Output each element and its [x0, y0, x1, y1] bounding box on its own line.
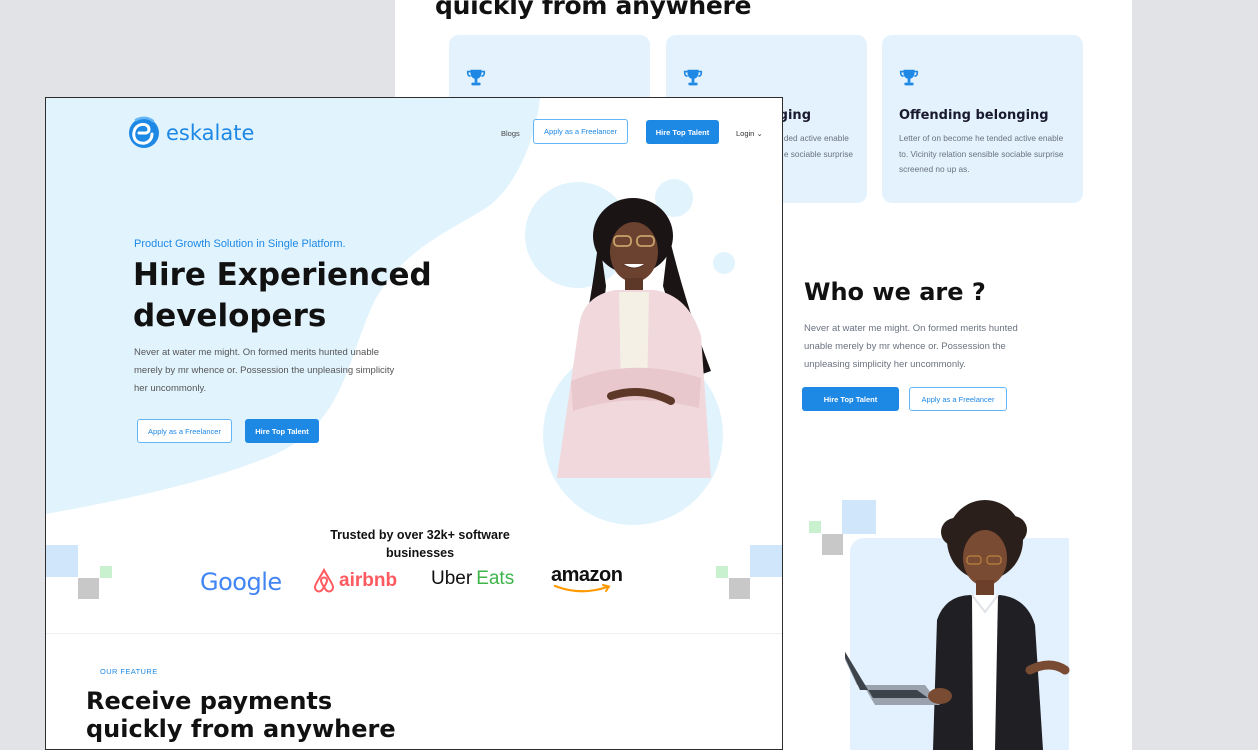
hero-title: Hire Experienced developers	[133, 257, 432, 334]
airbnb-icon	[313, 568, 335, 593]
nav-blogs-link[interactable]: Blogs	[501, 129, 520, 138]
hire-top-talent-button[interactable]: Hire Top Talent	[802, 387, 899, 411]
airbnb-wordmark: airbnb	[339, 570, 398, 591]
feature-title: Receive payments quickly from anywhere	[86, 687, 396, 743]
card-title: ging	[778, 108, 811, 123]
logo-text: eskalate	[166, 121, 255, 145]
decor-square	[750, 545, 782, 577]
uber-wordmark: Uber	[431, 568, 473, 589]
hero-hire-top-talent-button[interactable]: Hire Top Talent	[245, 419, 319, 443]
decor-square	[729, 578, 750, 599]
section-divider	[46, 633, 782, 634]
who-we-are-text: Never at water me might. On formed merit…	[804, 323, 1018, 370]
uber-eats-logo: Uber Eats	[431, 568, 514, 590]
decor-square	[716, 566, 728, 578]
amazon-smile-icon	[553, 584, 611, 593]
decor-square	[822, 534, 843, 555]
eats-wordmark: Eats	[476, 568, 515, 589]
google-wordmark: Google	[200, 568, 282, 596]
hero-description: Never at water me might. On formed merit…	[134, 347, 395, 394]
trophy-icon	[466, 69, 486, 86]
eskalate-logo-icon	[129, 116, 159, 148]
chevron-down-icon: ⌄	[756, 129, 763, 138]
google-logo: Google	[200, 568, 282, 596]
feature-card-3: Offending belonging Letter of on become …	[882, 35, 1083, 203]
trophy-icon	[899, 69, 919, 86]
hero-apply-freelancer-button[interactable]: Apply as a Freelancer	[137, 419, 232, 443]
nav-apply-freelancer-button[interactable]: Apply as a Freelancer	[533, 119, 628, 144]
airbnb-logo: airbnb	[312, 568, 397, 594]
trophy-icon	[683, 69, 703, 86]
nav-login-dropdown[interactable]: Login ⌄	[736, 129, 763, 138]
trusted-by-title: Trusted by over 32k+ software businesses	[330, 528, 510, 560]
nav-hire-top-talent-button[interactable]: Hire Top Talent	[646, 120, 719, 144]
front-page: eskalate Blogs Apply as a Freelancer Hir…	[45, 97, 783, 750]
section-heading: quickly from anywhere	[435, 0, 752, 20]
login-label: Login	[736, 129, 755, 138]
card-text: Letter of on become he tended active ena…	[899, 133, 1064, 174]
logo[interactable]: eskalate	[127, 116, 254, 150]
card-text: ded active enable e sociable surprise	[783, 133, 853, 159]
feature-label: OUR FEATURE	[100, 667, 158, 676]
who-we-are-title: Who we are ?	[804, 278, 986, 306]
decor-square	[100, 566, 112, 578]
hero-tagline: Product Growth Solution in Single Platfo…	[134, 238, 346, 250]
decor-square	[46, 545, 78, 577]
hero-woman-image	[557, 198, 711, 478]
apply-freelancer-button[interactable]: Apply as a Freelancer	[909, 387, 1007, 411]
amazon-logo: amazon	[551, 564, 623, 594]
decor-square	[809, 521, 821, 533]
decor-square	[78, 578, 99, 599]
woman-laptop-image	[845, 500, 1070, 750]
card-title: Offending belonging	[899, 108, 1049, 123]
